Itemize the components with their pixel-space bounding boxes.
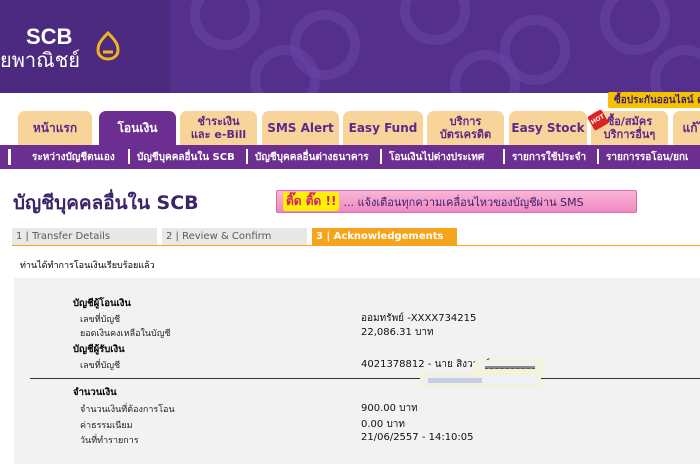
sms-promo-banner[interactable]: ติ๊ด ติ๊ด !! ... แจ้งเตือนทุกความเคลื่อน… <box>276 190 637 213</box>
subnav-divider <box>128 149 130 164</box>
subnav-marker <box>8 149 22 165</box>
to-account-heading: บัญชีผู้รับเงิน <box>73 344 125 355</box>
tab-sms-alert[interactable]: SMS Alert <box>262 111 339 145</box>
subnav-favorites[interactable]: รายการใช้ประจำ <box>512 150 586 165</box>
tab-edit[interactable]: แก้ไ <box>673 111 700 145</box>
step-transfer-details: 1 | Transfer Details <box>12 228 157 246</box>
scb-logo-thai: ยพาณิชย์ <box>0 50 80 72</box>
sms-promo-badge: ติ๊ด ติ๊ด !! <box>283 192 340 211</box>
subnav-own-accounts[interactable]: ระหว่างบัญชีตนเอง <box>32 150 115 165</box>
sub-navigation: ระหว่างบัญชีตนเอง บัญชีบุคคลอื่นใน SCB บ… <box>0 145 700 169</box>
date-label: วันที่ทำรายการ <box>80 436 139 446</box>
tab-payment[interactable]: ชำระเงิน และ e-Bill <box>180 111 257 145</box>
redacted-field <box>420 373 541 387</box>
subnav-pending[interactable]: รายการรอโอน/ยกเ <box>606 150 688 165</box>
progress-steps: 1 | Transfer Details 2 | Review & Confir… <box>12 228 700 246</box>
insurance-link[interactable]: ซื้อประกันออนไลน์ คลิก <box>608 92 700 108</box>
tab-credit-card[interactable]: บริการ บัตรเครดิต <box>427 111 504 145</box>
section-divider <box>30 378 700 379</box>
success-message: ท่านได้ทำการโอนเงินเรียบร้อยแล้ว <box>20 261 155 271</box>
steps-underline <box>12 245 700 246</box>
subnav-divider <box>503 149 505 164</box>
banner-pattern <box>170 0 700 93</box>
from-account-label: เลขที่บัญชี <box>80 315 121 325</box>
redacted-name <box>475 360 543 372</box>
step-acknowledgements: 3 | Acknowledgements <box>312 228 457 246</box>
subnav-divider <box>380 149 382 164</box>
tab-transfer[interactable]: โอนเงิน <box>99 111 176 145</box>
from-account-value: ออมทรัพย์ -XXXX734215 <box>361 313 477 324</box>
subnav-other-bank[interactable]: บัญชีบุคคลอื่นต่างธนาคาร <box>255 150 369 165</box>
amount-value: 900.00 บาท <box>361 403 418 414</box>
tab-home[interactable]: หน้าแรก <box>18 111 92 145</box>
amount-label: จำนวนเงินที่ต้องการโอน <box>80 405 175 415</box>
subnav-divider <box>597 149 599 164</box>
to-account-label: เลขที่บัญชี <box>80 361 121 371</box>
amount-heading: จำนวนเงิน <box>73 387 117 398</box>
fee-label: ค่าธรรมเนียม <box>80 421 133 431</box>
balance-label: ยอดเงินคงเหลือในบัญชี <box>80 329 171 339</box>
tab-easy-fund[interactable]: Easy Fund <box>343 111 423 145</box>
to-account-value: 4021378812 - นาย สิงวาลย์ <box>361 359 491 370</box>
subnav-other-scb[interactable]: บัญชีบุคคลอื่นใน SCB <box>137 150 235 165</box>
from-account-heading: บัญชีผู้โอนเงิน <box>73 298 131 309</box>
header-banner: SCB ยพาณิชย์ <box>0 0 700 93</box>
step-review-confirm: 2 | Review & Confirm <box>162 228 307 246</box>
header-gap <box>0 93 700 111</box>
tab-easy-stock[interactable]: Easy Stock <box>509 111 587 145</box>
page-title: บัญชีบุคคลอื่นใน SCB <box>13 192 199 214</box>
subnav-international[interactable]: โอนเงินไปต่างประเทศ <box>389 150 484 165</box>
sms-promo-text: ... แจ้งเตือนทุกความเคลื่อนไหวของบัญชีผ่… <box>343 195 584 209</box>
balance-value: 22,086.31 บาท <box>361 327 434 338</box>
scb-logo-icon[interactable] <box>93 30 123 62</box>
subnav-divider <box>246 149 248 164</box>
fee-value: 0.00 บาท <box>361 419 405 430</box>
date-value: 21/06/2557 - 14:10:05 <box>361 432 474 443</box>
